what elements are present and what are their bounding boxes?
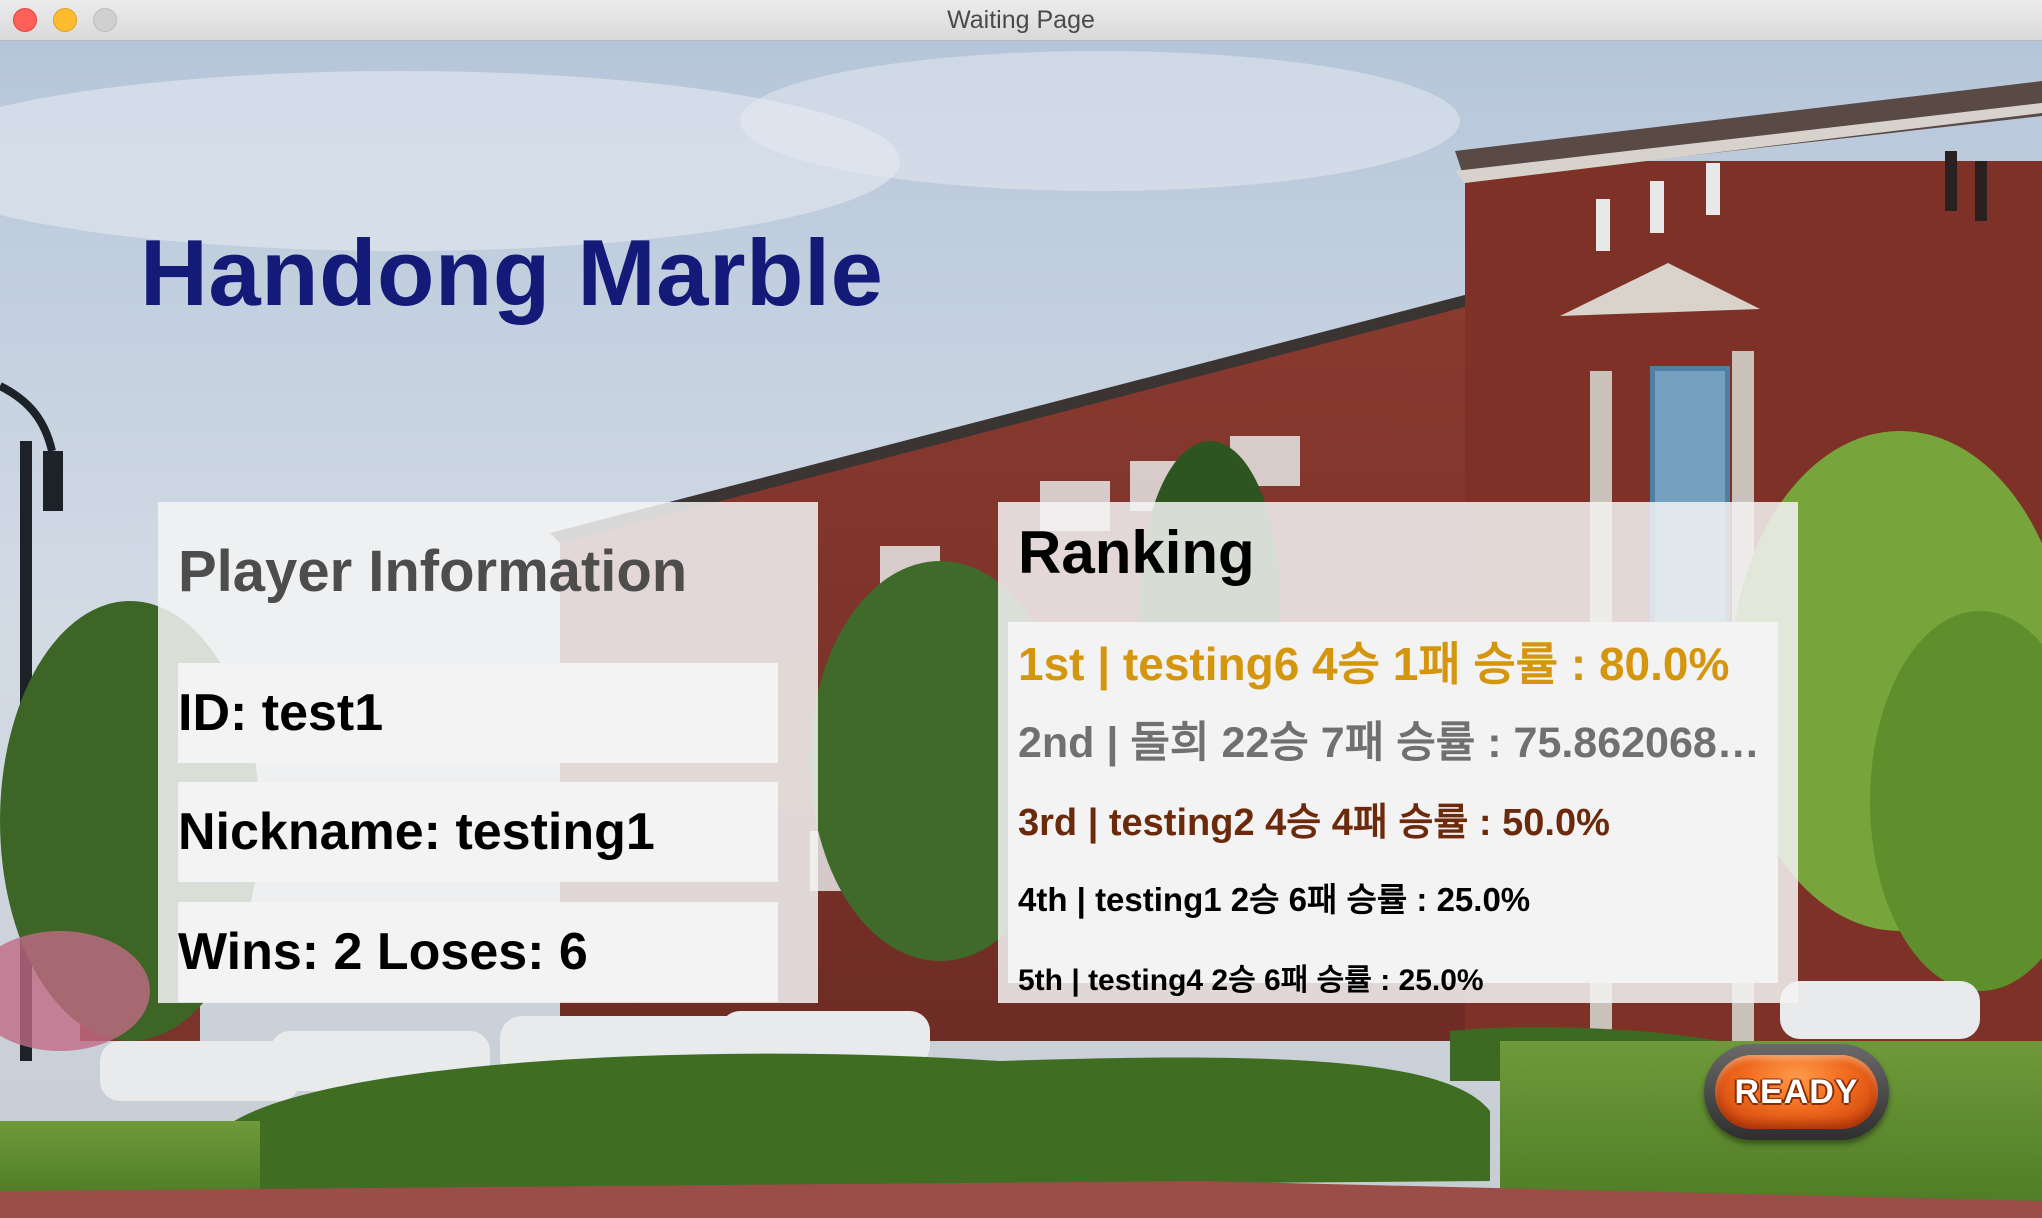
waiting-page: Handong Marble Player Information ID: te…	[0, 41, 2042, 1218]
ready-button[interactable]: READY	[1704, 1044, 1889, 1140]
ranking-item-2nd: 2nd | 돌희 22승 7패 승률 : 75.8620689...	[1018, 719, 1773, 767]
player-record-field: Wins: 2 Loses: 6	[178, 902, 778, 1002]
ranking-panel: Ranking 1st | testing6 4승 1패 승률 : 80.0% …	[998, 502, 1798, 1003]
player-information-heading: Player Information	[178, 539, 688, 604]
ranking-item-3rd: 3rd | testing2 4승 4패 승률 : 50.0%	[1018, 802, 1610, 844]
window-title: Waiting Page	[947, 6, 1095, 34]
player-information-panel: Player Information ID: test1 Nickname: t…	[158, 502, 818, 1003]
ready-button-label: READY	[1715, 1055, 1878, 1129]
ranking-heading: Ranking	[1018, 519, 1255, 586]
ranking-item-5th: 5th | testing4 2승 6패 승률 : 25.0%	[1018, 964, 1484, 997]
ranking-item-1st: 1st | testing6 4승 1패 승률 : 80.0%	[1018, 638, 1730, 690]
ranking-list: 1st | testing6 4승 1패 승률 : 80.0% 2nd | 돌희…	[1008, 622, 1778, 997]
window-titlebar: Waiting Page	[0, 0, 2042, 41]
player-nickname-field: Nickname: testing1	[178, 782, 778, 882]
app-title: Handong Marble	[140, 220, 884, 325]
ranking-item-4th: 4th | testing1 2승 6패 승률 : 25.0%	[1018, 881, 1531, 918]
player-id-field: ID: test1	[178, 663, 778, 763]
